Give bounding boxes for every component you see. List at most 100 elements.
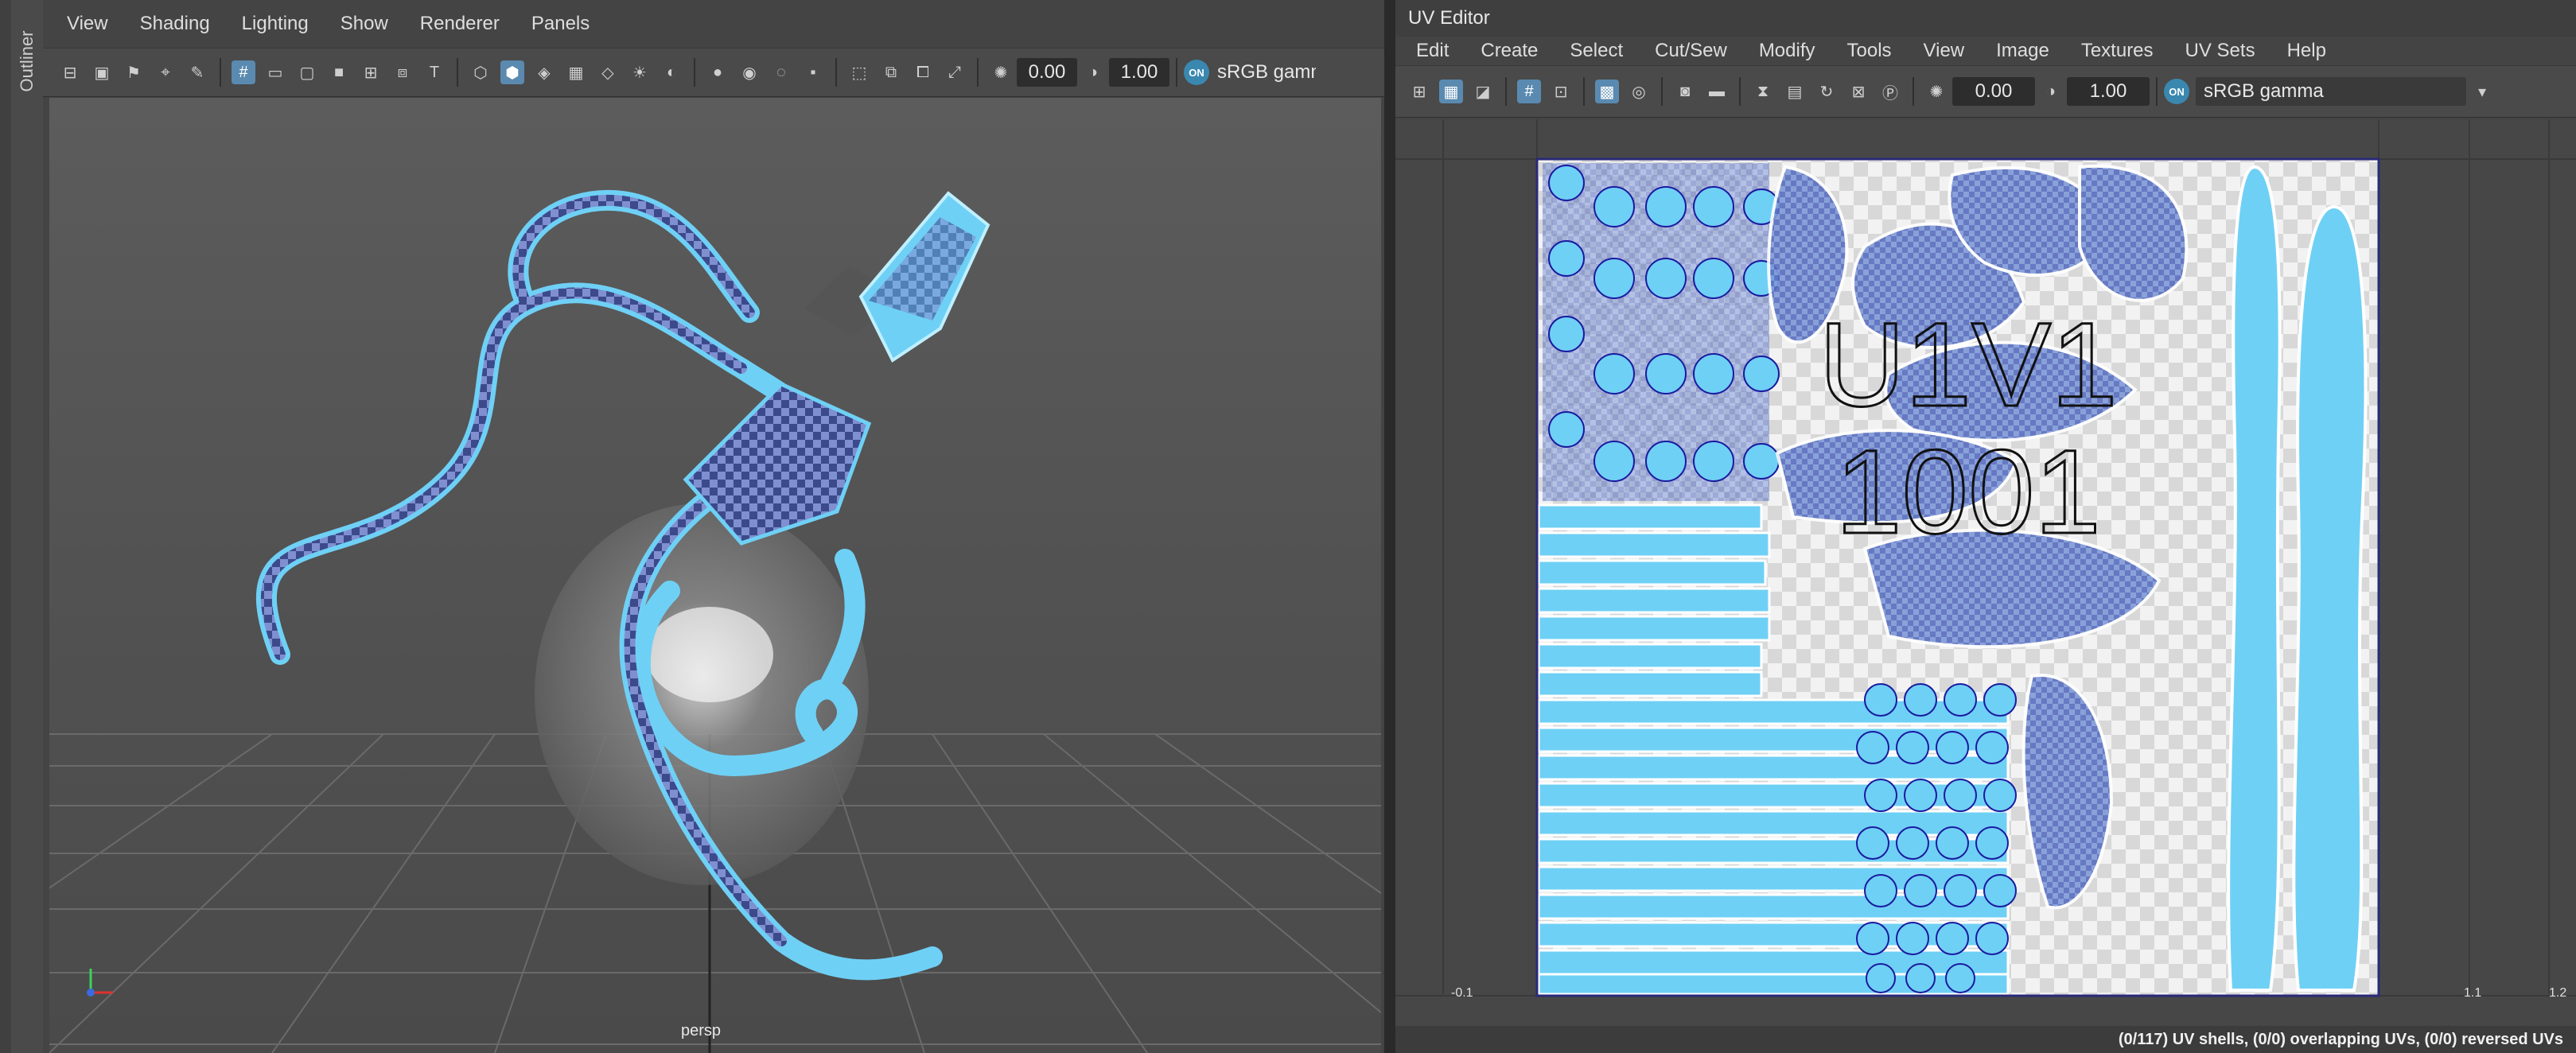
viewport-scene <box>49 189 1381 1053</box>
menu-view[interactable]: View <box>51 13 124 35</box>
uv-refresh-icon[interactable]: ↻ <box>1815 80 1839 103</box>
menu-shading[interactable]: Shading <box>124 13 226 35</box>
exposure-icon[interactable]: ✺ <box>989 60 1013 84</box>
uv-menu-image[interactable]: Image <box>1980 40 2065 62</box>
shadows-icon[interactable]: ◐ <box>660 60 683 84</box>
uv-menu-modify[interactable]: Modify <box>1743 40 1831 62</box>
uv-gamma-icon[interactable]: ◑ <box>2039 80 2063 103</box>
lights-icon[interactable]: ☀ <box>628 60 652 84</box>
grease-pencil-icon[interactable]: ✎ <box>185 60 209 84</box>
view-transform-field[interactable]: sRGB gamma <box>1209 61 1316 84</box>
uv-menu-cut-sew[interactable]: Cut/Sew <box>1639 40 1743 62</box>
smooth-shade-icon[interactable]: ⬢ <box>500 60 524 84</box>
outliner-tab[interactable] <box>11 0 44 1053</box>
uv-texture-borders-icon[interactable]: ▤ <box>1783 80 1807 103</box>
uv-shaded-icon[interactable]: ⧗ <box>1751 80 1775 103</box>
uv-editor-title: UV Editor <box>1395 0 2576 37</box>
uv-gamma-field[interactable]: 1.00 <box>2067 77 2150 106</box>
uv-menu-tools[interactable]: Tools <box>1831 40 1908 62</box>
safe-action-icon[interactable]: ⧈ <box>391 60 414 84</box>
menu-panels[interactable]: Panels <box>516 13 605 35</box>
ambient-occlusion-icon[interactable]: ● <box>706 60 730 84</box>
motion-blur-icon[interactable]: ◉ <box>737 60 761 84</box>
uv-exposure-icon[interactable]: ✺ <box>1924 80 1948 103</box>
uv-axis-label-minus: -0.1 <box>1451 986 1473 1000</box>
toolbar-separator <box>220 58 221 87</box>
uv-toolbar: ⊞ ▦ ◪ # ⊡ ▩ ◎ ◙ ▬ ⧗ ▤ ↻ ⊠ Ⓟ ✺ 0.00 ◑ 1.0… <box>1395 65 2576 118</box>
uv-snapshot-icon[interactable]: ◙ <box>1673 80 1697 103</box>
toolbar-separator <box>835 58 837 87</box>
menu-show[interactable]: Show <box>325 13 404 35</box>
menu-lighting[interactable]: Lighting <box>226 13 325 35</box>
film-gate-icon[interactable]: ▭ <box>263 60 287 84</box>
field-chart-icon[interactable]: ⊞ <box>359 60 383 84</box>
uv-tile-label-bottom: 1001 <box>1835 425 2101 558</box>
uv-image-filter-icon[interactable]: ◎ <box>1627 80 1651 103</box>
uv-tile-label-top: U1V1 <box>1819 297 2117 431</box>
camera-label: persp <box>681 1022 722 1039</box>
uv-menu-textures[interactable]: Textures <box>2065 40 2169 62</box>
camera-attributes-icon[interactable]: ▣ <box>90 60 114 84</box>
camera-select-icon[interactable]: ⊟ <box>58 60 82 84</box>
uv-shells-drops-left[interactable] <box>1543 163 1780 501</box>
uv-canvas-svg: U1V1 1001 -0.1 1.1 1.2 <box>1395 119 2576 1000</box>
uv-menu-create[interactable]: Create <box>1465 40 1554 62</box>
toolbar-separator <box>1739 77 1741 106</box>
gamma-field[interactable]: 1.00 <box>1109 58 1169 87</box>
panel-splitter[interactable] <box>1384 0 1395 1053</box>
uv-menubar: Edit Create Select Cut/Sew Modify Tools … <box>1395 37 2576 65</box>
uv-menu-help[interactable]: Help <box>2271 40 2342 62</box>
uv-menu-view[interactable]: View <box>1908 40 1981 62</box>
outliner-tab-label[interactable]: Outliner <box>11 19 43 107</box>
uv-psd-icon[interactable]: Ⓟ <box>1878 80 1902 103</box>
depth-of-field-icon[interactable]: ▪ <box>801 60 825 84</box>
toolbar-separator <box>977 58 979 87</box>
chevron-down-icon[interactable]: ▾ <box>2470 80 2494 103</box>
uv-display-image-icon[interactable]: ▩ <box>1595 80 1619 103</box>
wireframe-on-shaded-icon[interactable]: ◈ <box>532 60 556 84</box>
uv-menu-uv-sets[interactable]: UV Sets <box>2169 40 2271 62</box>
uv-menu-select[interactable]: Select <box>1554 40 1639 62</box>
toolbar-separator <box>1913 77 1914 106</box>
expand-icon[interactable]: ⤢ <box>943 60 967 84</box>
xray-active-icon[interactable]: ⧠ <box>911 60 935 84</box>
grid-icon[interactable]: # <box>232 60 255 84</box>
uv-checker-icon[interactable]: ▦ <box>1439 80 1463 103</box>
xray-icon[interactable]: ◇ <box>596 60 620 84</box>
toolbar-separator <box>457 58 458 87</box>
uv-pixel-snap-icon[interactable]: ⊡ <box>1549 80 1573 103</box>
uv-exposure-field[interactable]: 0.00 <box>1952 77 2035 106</box>
toolbar-separator <box>1661 77 1663 106</box>
uv-menu-edit[interactable]: Edit <box>1400 40 1465 62</box>
uv-status-text: (0/117) UV shells, (0/0) overlapping UVs… <box>2118 1031 2563 1048</box>
uv-dim-slider-icon[interactable]: ▬ <box>1705 80 1729 103</box>
xray-joints-icon[interactable]: ⧉ <box>879 60 903 84</box>
toolbar-separator <box>1505 77 1507 106</box>
anti-alias-icon[interactable]: ◌ <box>769 60 793 84</box>
resolution-gate-icon[interactable]: ▢ <box>295 60 319 84</box>
exposure-field[interactable]: 0.00 <box>1017 58 1077 87</box>
gamma-icon[interactable]: ◑ <box>1081 60 1105 84</box>
gate-mask-icon[interactable]: ■ <box>327 60 351 84</box>
3d-viewport[interactable] <box>49 98 1381 1053</box>
color-management-toggle[interactable]: ON <box>1184 60 1209 85</box>
menu-renderer[interactable]: Renderer <box>404 13 516 35</box>
uv-view-transform-field[interactable]: sRGB gamma <box>2196 77 2466 106</box>
textured-icon[interactable]: ▦ <box>564 60 588 84</box>
uv-distortion-icon[interactable]: ◪ <box>1471 80 1495 103</box>
uv-status-bar: (0/117) UV shells, (0/0) overlapping UVs… <box>1395 1026 2576 1053</box>
uv-canvas[interactable]: U1V1 1001 -0.1 1.1 1.2 <box>1395 119 2576 1026</box>
viewport-toolbar: ⊟ ▣ ⚑ ⌖ ✎ # ▭ ▢ ■ ⊞ ⧈ T ⬡ ⬢ ◈ ▦ ◇ ☀ ◐ ● … <box>43 48 1384 97</box>
bookmark-icon[interactable]: ⚑ <box>122 60 146 84</box>
uv-axis-label-1-2: 1.2 <box>2549 986 2566 1000</box>
uv-shell-select-icon[interactable]: ⊞ <box>1407 80 1431 103</box>
isolate-select-icon[interactable]: ⬚ <box>847 60 871 84</box>
uv-axis-label-1-1: 1.1 <box>2464 986 2481 1000</box>
toolbar-separator <box>1583 77 1585 106</box>
image-plane-icon[interactable]: ⌖ <box>154 60 177 84</box>
uv-color-management-toggle[interactable]: ON <box>2164 79 2189 104</box>
safe-title-icon[interactable]: T <box>422 60 446 84</box>
uv-isolate-icon[interactable]: ⊠ <box>1846 80 1870 103</box>
wireframe-icon[interactable]: ⬡ <box>469 60 492 84</box>
uv-grid-icon[interactable]: # <box>1517 80 1541 103</box>
